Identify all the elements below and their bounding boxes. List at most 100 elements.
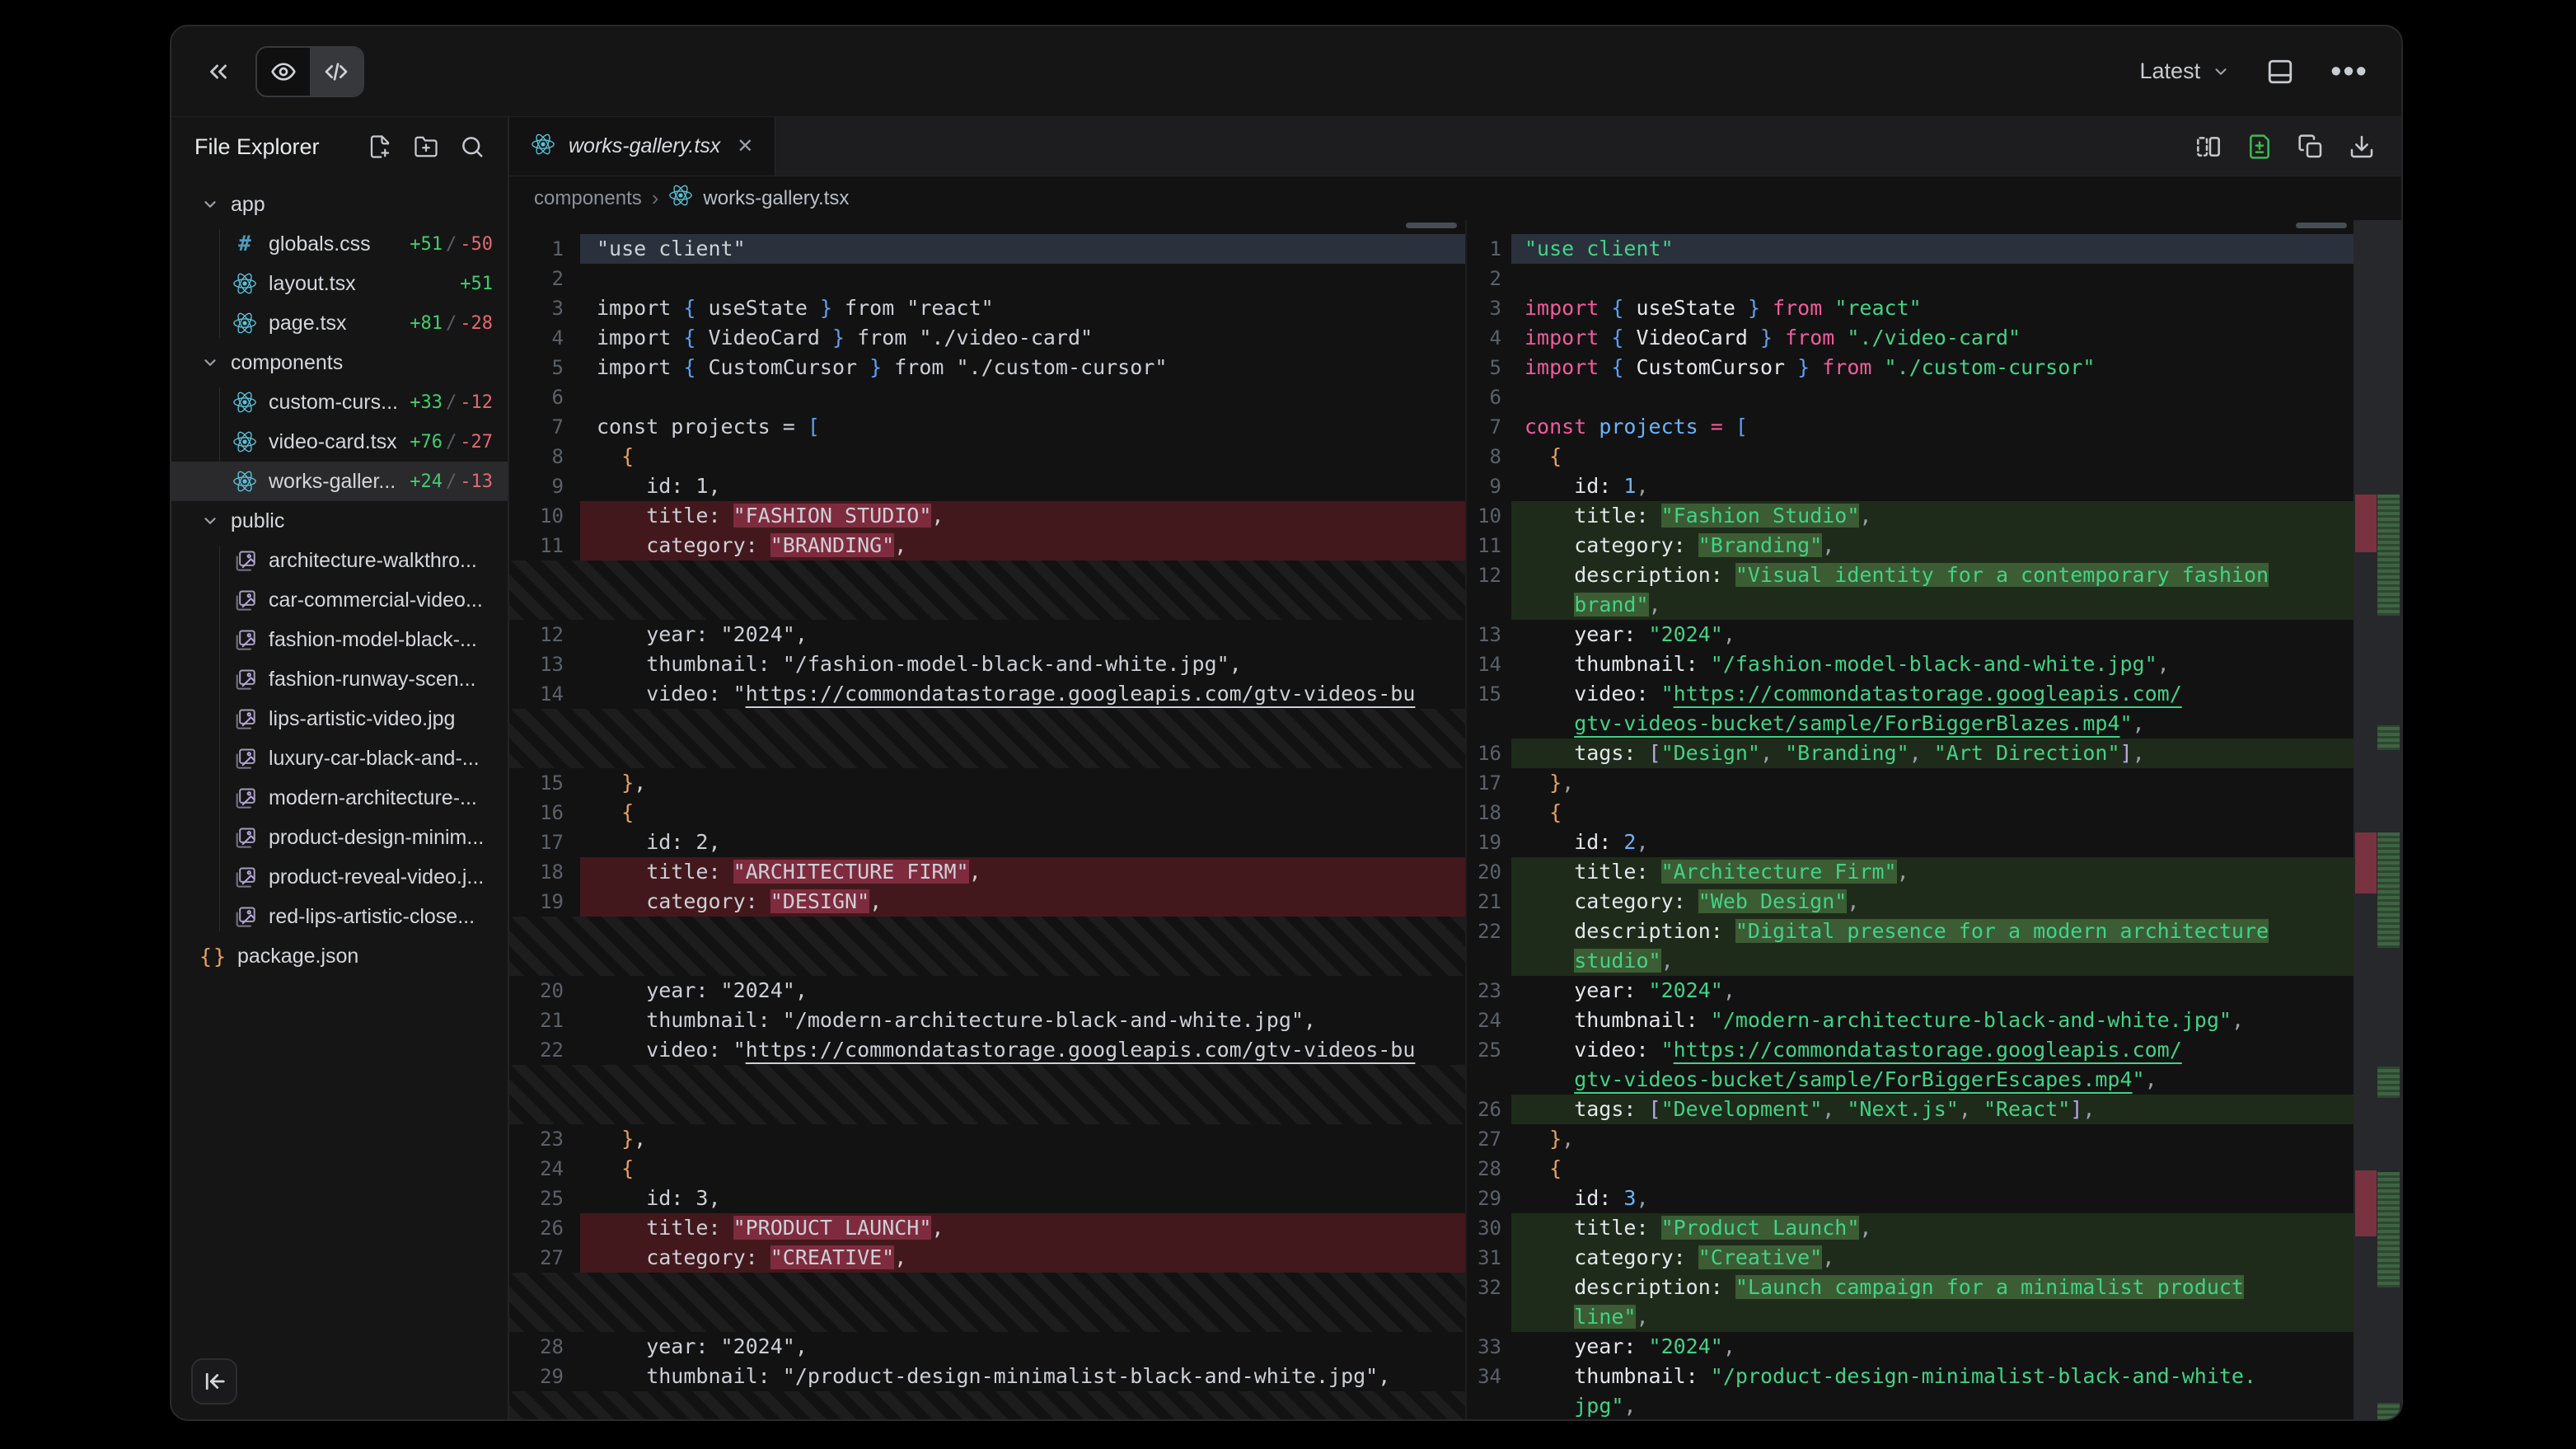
new-folder-icon[interactable] (414, 134, 438, 159)
code-line[interactable]: import { CustomCursor } from "./custom-c… (580, 353, 1465, 382)
tree-item-red-lips-artistic-close[interactable]: red-lips-artistic-close... (171, 897, 508, 936)
code-line[interactable]: thumbnail: "/modern-architecture-black-a… (1511, 1006, 2354, 1035)
code-line[interactable] (580, 264, 1465, 293)
tree-item-public[interactable]: public (171, 501, 508, 541)
code-line[interactable]: "use client" (580, 234, 1465, 264)
code-line[interactable]: year: "2024", (1511, 976, 2354, 1006)
tree-item-layout-tsx[interactable]: layout.tsx+51 (171, 264, 508, 303)
code-line[interactable]: year: "2024", (1511, 620, 2354, 649)
tree-item-product-reveal-video-j[interactable]: product-reveal-video.j... (171, 857, 508, 897)
code-line[interactable]: { (580, 1154, 1465, 1184)
horizontal-scrollbar[interactable] (2296, 223, 2347, 228)
search-icon[interactable] (460, 134, 485, 159)
code-line[interactable]: video: "https://commondatastorage.google… (1511, 1035, 2354, 1065)
code-line[interactable]: studio", (1511, 946, 2354, 976)
code-line[interactable]: id: 2, (1511, 828, 2354, 857)
collapse-sidebar-button[interactable] (191, 1358, 237, 1404)
horizontal-scrollbar[interactable] (1406, 223, 1457, 228)
tree-item-modern-architecture[interactable]: modern-architecture-... (171, 778, 508, 818)
code-line[interactable]: description: "Digital presence for a mod… (1511, 917, 2354, 946)
code-line[interactable]: tags: ["Design", "Branding", "Art Direct… (1511, 739, 2354, 768)
code-line[interactable]: { (580, 442, 1465, 471)
code-line[interactable]: id: 2, (580, 828, 1465, 857)
tree-item-package-json[interactable]: {}package.json (171, 936, 508, 976)
code-line[interactable]: { (1511, 442, 2354, 471)
code-line[interactable]: }, (580, 768, 1465, 798)
preview-toggle-eye-icon[interactable] (257, 48, 310, 96)
tab-close-icon[interactable]: ✕ (737, 134, 753, 158)
breadcrumb-folder[interactable]: components (534, 187, 642, 210)
code-line[interactable]: import { VideoCard } from "./video-card" (1511, 323, 2354, 353)
code-line[interactable] (1511, 382, 2354, 412)
code-line[interactable]: title: "Product Launch", (1511, 1213, 2354, 1243)
code-line[interactable]: category: "Web Design", (1511, 887, 2354, 917)
code-line[interactable]: title: "PRODUCT LAUNCH", (580, 1213, 1465, 1243)
code-line[interactable]: gtv-videos-bucket/sample/ForBiggerEscape… (1511, 1065, 2354, 1095)
tree-item-page-tsx[interactable]: page.tsx+81/-28 (171, 303, 508, 343)
code-line[interactable]: video: "https://commondatastorage.google… (580, 1035, 1465, 1065)
tree-item-lips-artistic-video-jpg[interactable]: lips-artistic-video.jpg (171, 699, 508, 739)
copy-icon[interactable] (2297, 134, 2324, 160)
code-line[interactable]: description: "Visual identity for a cont… (1511, 560, 2354, 590)
code-line[interactable]: video: "https://commondatastorage.google… (1511, 679, 2354, 709)
code-line[interactable]: { (580, 798, 1465, 828)
code-line[interactable]: id: 1, (1511, 471, 2354, 501)
tree-item-product-design-minim[interactable]: product-design-minim... (171, 818, 508, 857)
code-line[interactable]: year: "2024", (580, 976, 1465, 1006)
code-line[interactable]: }, (1511, 768, 2354, 798)
new-file-icon[interactable] (368, 134, 392, 159)
code-line[interactable]: "use client" (1511, 234, 2354, 264)
code-line[interactable]: id: 3, (580, 1184, 1465, 1213)
code-line[interactable]: line", (1511, 1302, 2354, 1332)
code-line[interactable]: year: "2024", (1511, 1332, 2354, 1362)
tree-item-video-card-tsx[interactable]: video-card.tsx+76/-27 (171, 422, 508, 462)
code-line[interactable]: gtv-videos-bucket/sample/ForBiggerBlazes… (1511, 709, 2354, 739)
code-line[interactable]: title: "Architecture Firm", (1511, 857, 2354, 887)
version-selector[interactable]: Latest (2140, 59, 2231, 84)
code-line[interactable]: thumbnail: "/fashion-model-black-and-whi… (580, 649, 1465, 679)
code-line[interactable]: import { useState } from "react" (1511, 293, 2354, 323)
code-line[interactable]: description: "Launch campaign for a mini… (1511, 1273, 2354, 1302)
code-line[interactable]: tags: ["Development", "Next.js", "React"… (1511, 1095, 2354, 1124)
code-line[interactable]: title: "FASHION STUDIO", (580, 501, 1465, 531)
code-line[interactable]: jpg", (1511, 1391, 2354, 1419)
code-line[interactable]: brand", (1511, 590, 2354, 620)
code-line[interactable]: category: "CREATIVE", (580, 1243, 1465, 1273)
code-line[interactable]: category: "BRANDING", (580, 531, 1465, 560)
code-line[interactable]: category: "Creative", (1511, 1243, 2354, 1273)
code-line[interactable]: thumbnail: "/product-design-minimalist-b… (1511, 1362, 2354, 1391)
tree-item-components[interactable]: components (171, 343, 508, 382)
download-icon[interactable] (2349, 134, 2375, 160)
code-line[interactable]: }, (580, 1124, 1465, 1154)
tab-works-gallery[interactable]: works-gallery.tsx ✕ (509, 117, 775, 176)
tree-item-car-commercial-video[interactable]: car-commercial-video... (171, 580, 508, 620)
code-line[interactable]: title: "Fashion Studio", (1511, 501, 2354, 531)
diff-overview-ruler[interactable] (2354, 220, 2401, 1419)
code-line[interactable]: video: "https://commondatastorage.google… (580, 679, 1465, 709)
tree-item-luxury-car-black-and[interactable]: luxury-car-black-and-... (171, 739, 508, 778)
tree-item-fashion-model-black[interactable]: fashion-model-black-... (171, 620, 508, 659)
code-line[interactable]: import { CustomCursor } from "./custom-c… (1511, 353, 2354, 382)
code-line[interactable]: thumbnail: "/product-design-minimalist-b… (580, 1362, 1465, 1391)
code-line[interactable]: id: 1, (580, 471, 1465, 501)
code-line[interactable]: const projects = [ (1511, 412, 2354, 442)
breadcrumb-file[interactable]: works-gallery.tsx (703, 187, 849, 210)
code-line[interactable]: thumbnail: "/modern-architecture-black-a… (580, 1006, 1465, 1035)
code-line[interactable]: import { VideoCard } from "./video-card" (580, 323, 1465, 353)
code-line[interactable]: const projects = [ (580, 412, 1465, 442)
tree-item-custom-curs[interactable]: custom-curs...+33/-12 (171, 382, 508, 422)
code-line[interactable]: { (1511, 798, 2354, 828)
panel-layout-icon[interactable] (2266, 58, 2294, 86)
code-line[interactable]: import { useState } from "react" (580, 293, 1465, 323)
code-line[interactable]: { (1511, 1154, 2354, 1184)
sidebar-collapse-icon[interactable] (204, 58, 232, 86)
code-toggle-icon[interactable] (310, 48, 363, 96)
code-line[interactable]: id: 3, (1511, 1184, 2354, 1213)
tree-item-works-galler[interactable]: works-galler...+24/-13 (171, 462, 508, 501)
code-line[interactable]: category: "DESIGN", (580, 887, 1465, 917)
code-line[interactable] (580, 382, 1465, 412)
code-line[interactable] (1511, 264, 2354, 293)
more-options-icon[interactable]: ••• (2330, 56, 2368, 87)
split-view-icon[interactable] (2195, 134, 2222, 160)
code-line[interactable]: }, (1511, 1124, 2354, 1154)
